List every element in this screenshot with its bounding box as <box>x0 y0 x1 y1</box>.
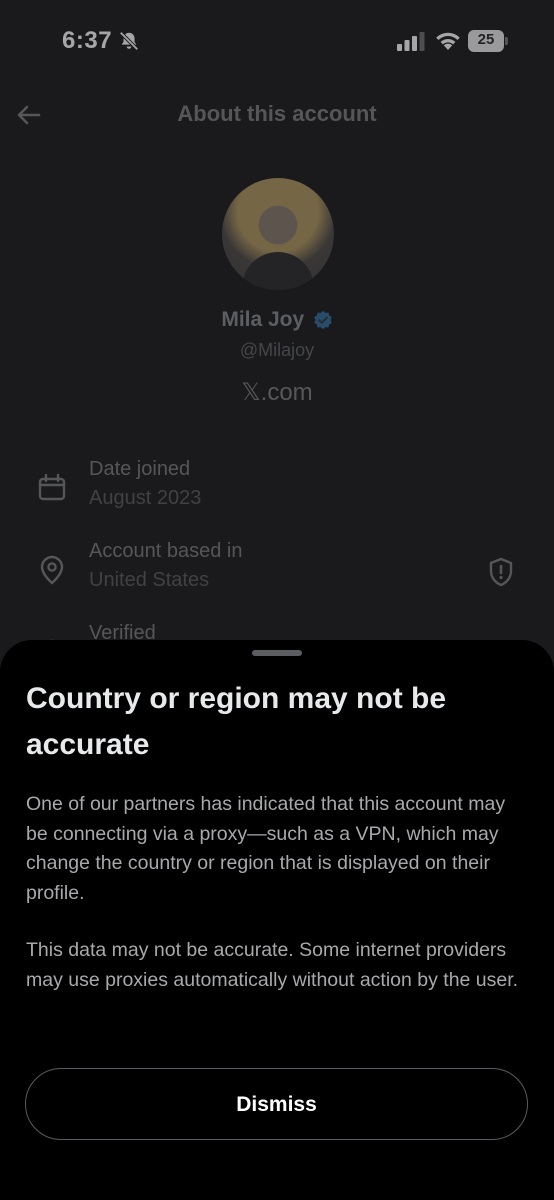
sheet-grabber[interactable] <box>252 650 302 656</box>
sheet-paragraph-1: One of our partners has indicated that t… <box>26 793 506 904</box>
bottom-sheet: Country or region may not be accurate On… <box>0 640 554 1200</box>
sheet-paragraph-2: This data may not be accurate. Some inte… <box>26 939 519 991</box>
dismiss-button[interactable]: Dismiss <box>25 1068 528 1140</box>
sheet-title: Country or region may not be accurate <box>26 682 447 761</box>
